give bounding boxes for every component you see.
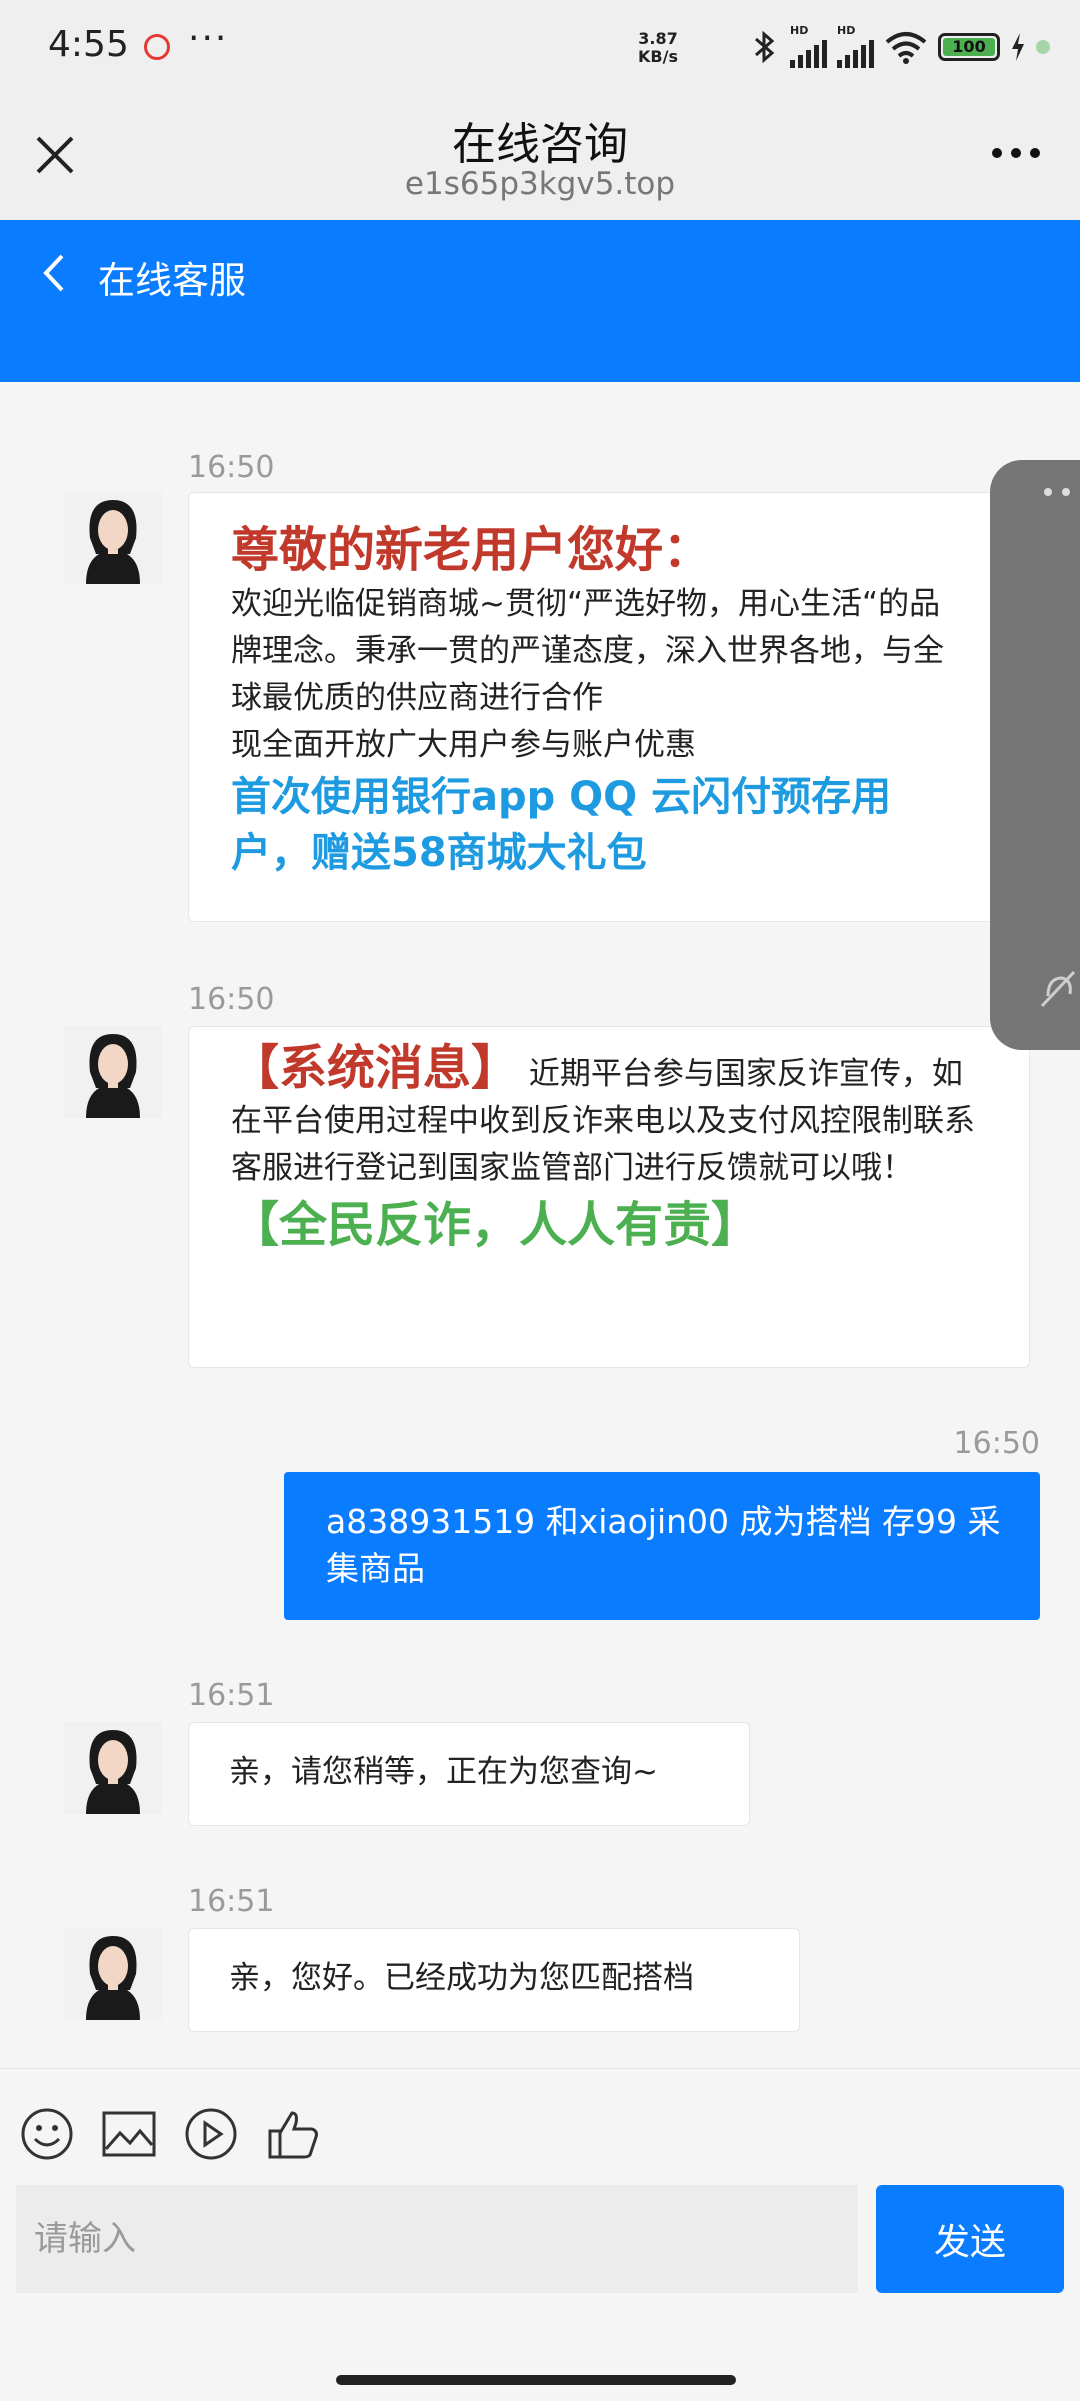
message-timestamp: 16:50 [953, 1426, 1040, 1461]
agent-avatar [64, 1928, 162, 2020]
system-notice-body: 【系统消息】 近期平台参与国家反诈宣传，如在平台使用过程中收到反诈来电以及支付风… [231, 1040, 975, 1186]
signal-strength-icon-1: HD [790, 24, 827, 68]
battery-level: 100 [943, 38, 995, 56]
side-panel-more-icon[interactable] [1044, 488, 1080, 496]
agent-message-bubble: 【系统消息】 近期平台参与国家反诈宣传，如在平台使用过程中收到反诈来电以及支付风… [188, 1026, 1030, 1368]
more-options-icon[interactable] [986, 138, 1046, 168]
welcome-title: 尊敬的新老用户您好： [231, 522, 712, 578]
video-icon[interactable] [182, 2105, 240, 2163]
status-bar: 4:55 ··· 3.87 KB/s HD HD 100 [0, 0, 1080, 96]
agent-message-bubble: 亲，请您稍等，正在为您查询~ [188, 1722, 750, 1826]
network-speed: 3.87 KB/s [638, 30, 678, 66]
chat-header: 在线客服 [0, 220, 1080, 382]
message-timestamp: 16:51 [188, 1884, 275, 1919]
battery-icon: 100 [938, 33, 1000, 61]
floating-side-panel[interactable] [990, 460, 1080, 1050]
chat-message-list[interactable]: 16:50 尊敬的新老用户您好： 欢迎光临促销商城~贯彻“严选好物，用心生活“的… [0, 382, 1080, 2068]
chat-title: 在线客服 [98, 259, 246, 302]
agent-avatar [64, 492, 162, 584]
page-title: 在线咨询 [452, 119, 628, 170]
charging-icon [1012, 33, 1024, 61]
promo-highlight: 首次使用银行app QQ 云闪付预存用户，赠送58商城大礼包 [231, 774, 892, 876]
welcome-body: 欢迎光临促销商城~贯彻“严选好物，用心生活“的品牌理念。秉承一贯的严谨态度，深入… [231, 586, 944, 716]
more-notifications-icon: ··· [188, 18, 229, 59]
weibo-notification-icon [144, 34, 170, 60]
muted-icon[interactable] [1034, 966, 1080, 1012]
back-arrow-icon[interactable] [36, 250, 76, 296]
browser-header: 在线咨询 e1s65p3kgv5.top [0, 96, 1080, 220]
image-icon[interactable] [100, 2105, 158, 2163]
send-button[interactable]: 发送 [876, 2185, 1064, 2293]
system-notice-tag: 【系统消息】 [231, 1040, 520, 1096]
message-timestamp: 16:50 [188, 450, 275, 485]
thumbs-up-icon[interactable] [264, 2105, 322, 2163]
bluetooth-icon [755, 30, 775, 64]
input-area: 发送 [0, 2068, 1080, 2401]
message-timestamp: 16:50 [188, 982, 275, 1017]
user-message-bubble: a838931519 和xiaojin00 成为搭档 存99 采集商品 [284, 1472, 1040, 1620]
network-speed-value: 3.87 [638, 29, 678, 48]
privacy-indicator-dot [1036, 40, 1050, 54]
emoji-icon[interactable] [18, 2105, 76, 2163]
message-timestamp: 16:51 [188, 1678, 275, 1713]
home-indicator[interactable] [336, 2375, 736, 2385]
message-input[interactable] [16, 2185, 858, 2293]
agent-message-bubble: 尊敬的新老用户您好： 欢迎光临促销商城~贯彻“严选好物，用心生活“的品牌理念。秉… [188, 492, 1000, 922]
anti-fraud-slogan: 【全民反诈，人人有责】 [231, 1197, 760, 1253]
agent-avatar [64, 1026, 162, 1118]
wifi-icon [885, 32, 927, 64]
agent-avatar [64, 1722, 162, 1814]
status-time: 4:55 [48, 24, 129, 65]
signal-strength-icon-2: HD [837, 24, 874, 68]
welcome-body-2: 现全面开放广大用户参与账户优惠 [231, 727, 696, 763]
status-icons: HD HD 100 [750, 24, 1050, 68]
network-speed-unit: KB/s [638, 47, 678, 66]
page-url: e1s65p3kgv5.top [404, 166, 676, 202]
agent-message-bubble: 亲，您好。已经成功为您匹配搭档 [188, 1928, 800, 2032]
